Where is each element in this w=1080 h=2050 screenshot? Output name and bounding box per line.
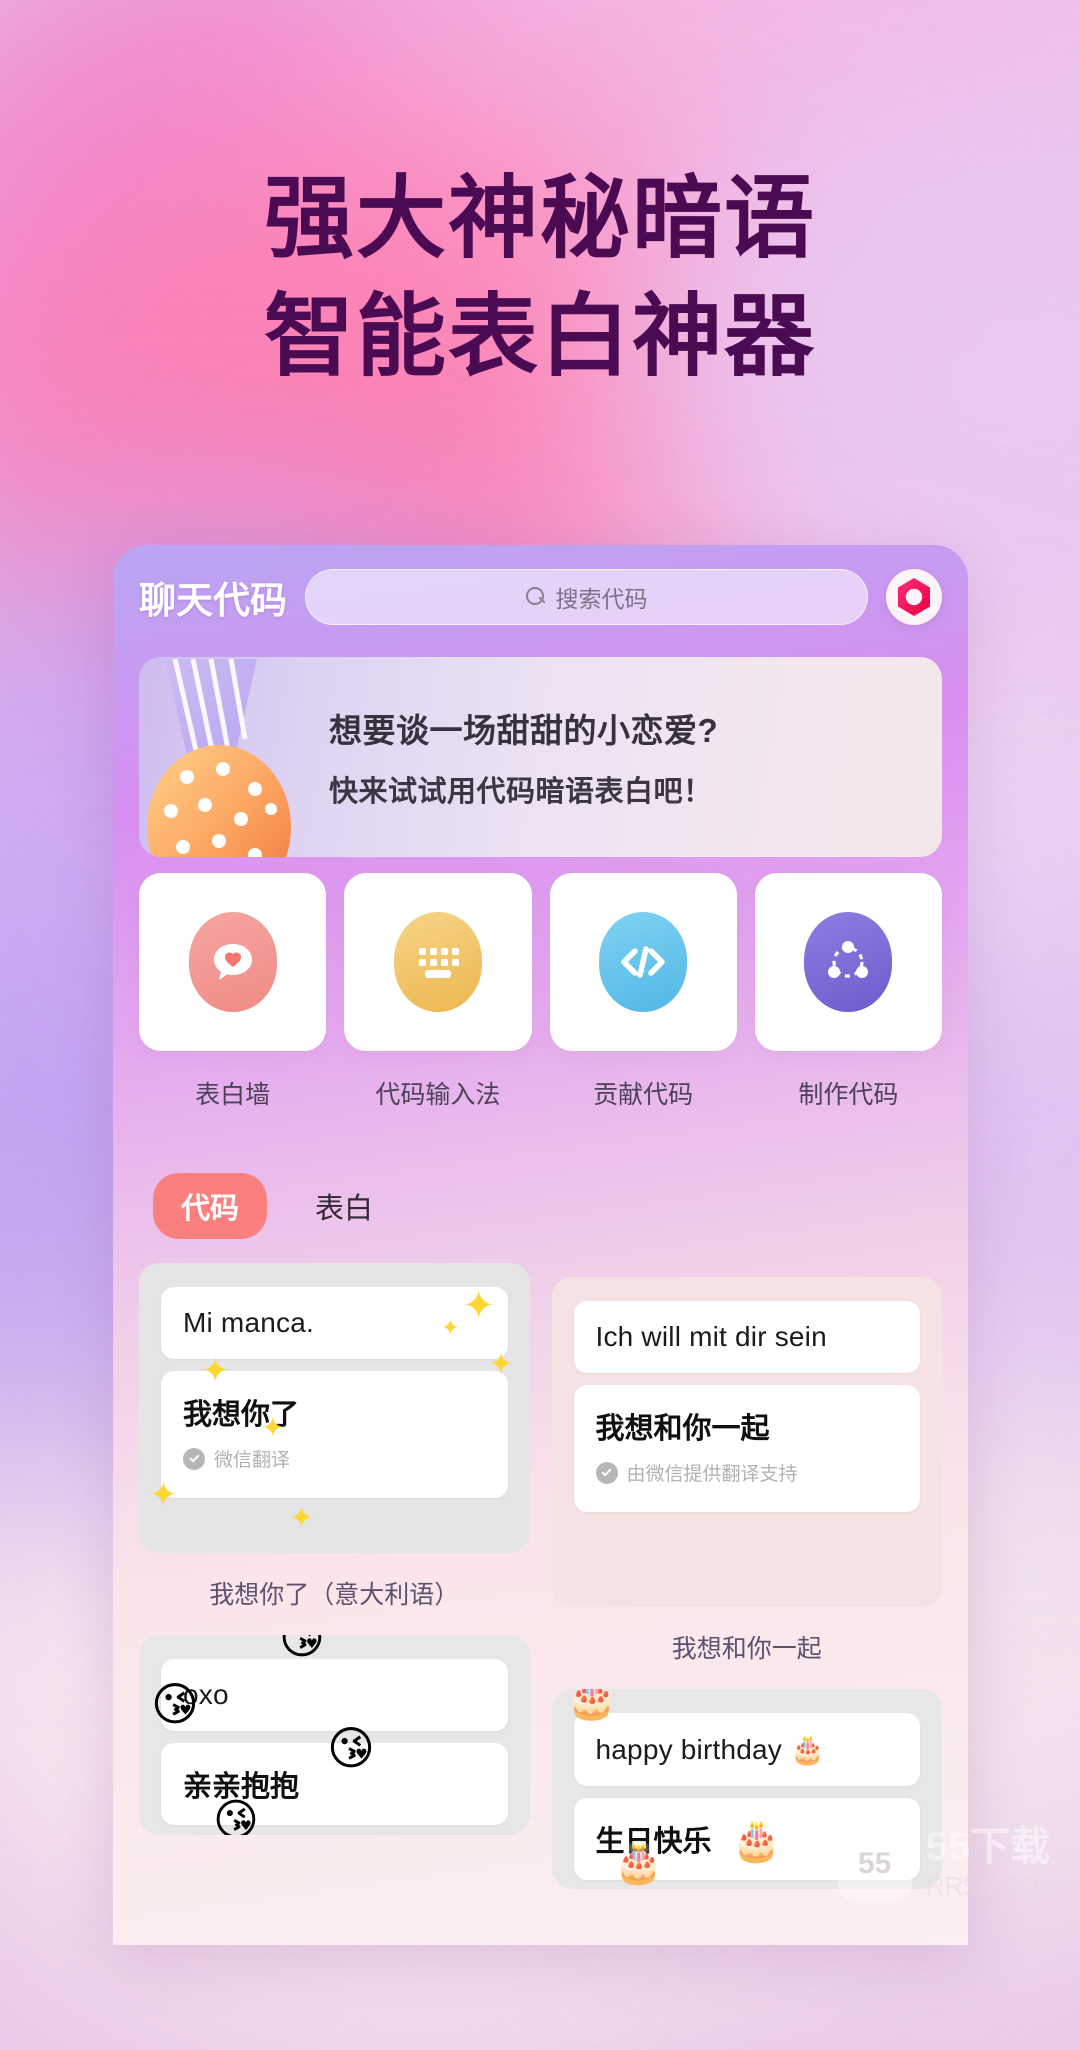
quick-action-label: 表白墙	[195, 1081, 271, 1109]
quick-action-card[interactable]	[139, 873, 327, 1051]
translator-label: 由微信提供翻译支持	[626, 1464, 798, 1485]
code-card-grid: Mi manca. 我想你了 微信翻译 ✦ ✦ ✦ ✦ ✦ ✦ ✦ 我想你了（意…	[113, 1239, 968, 1889]
quick-action-zhizuodaima[interactable]: 制作代码	[754, 873, 942, 1111]
content-tabs: 代码 表白	[113, 1111, 968, 1239]
quick-action-gongxiandaima[interactable]: 贡献代码	[549, 873, 737, 1111]
banner-text: 想要谈一场甜甜的小恋爱? 快来试试用代码暗语表白吧！	[329, 704, 718, 810]
chinese-bubble: 我想和你一起 由微信提供翻译支持	[573, 1385, 920, 1512]
foreign-text: Mi manca.	[183, 1307, 314, 1338]
quick-action-label: 代码输入法	[375, 1081, 501, 1109]
quick-action-label: 贡献代码	[593, 1081, 694, 1109]
translator-badge: 由微信提供翻译支持	[595, 1459, 899, 1486]
translator-badge: 微信翻译	[183, 1445, 486, 1472]
share-nodes-icon	[804, 912, 893, 1012]
phone-mockup: 聊天代码 搜索代码 想要谈一场甜甜的小恋爱? 快来试试用代码暗语表白吧！ 表白墙…	[113, 545, 968, 1945]
quick-action-card[interactable]	[344, 873, 532, 1051]
watermark-logo-icon: 55	[837, 1827, 912, 1902]
quick-action-card[interactable]	[754, 873, 942, 1051]
check-icon	[183, 1447, 205, 1470]
chinese-text: 我想和你一起	[595, 1413, 770, 1445]
foreign-text: oxo	[183, 1679, 229, 1710]
hero-headline: 强大神秘暗语 智能表白神器	[0, 160, 1080, 396]
headline-line-2: 智能表白神器	[264, 287, 816, 387]
sparkle-icon: ✦	[289, 1502, 315, 1535]
watermark-name: 55下载	[925, 1824, 1051, 1869]
quick-action-card[interactable]	[549, 873, 737, 1051]
chinese-bubble: 亲亲抱抱	[161, 1743, 508, 1825]
tab-biaobai[interactable]: 表白	[287, 1173, 401, 1239]
watermark-site: RR55.COM	[925, 1870, 1060, 1901]
quick-action-biaobaiqiang[interactable]: 表白墙	[139, 873, 327, 1111]
banner-line-2: 快来试试用代码暗语表白吧！	[329, 776, 713, 808]
hexagon-logo-icon[interactable]	[886, 569, 942, 625]
grid-column-left: Mi manca. 我想你了 微信翻译 ✦ ✦ ✦ ✦ ✦ ✦ ✦ 我想你了（意…	[139, 1263, 530, 1835]
foreign-text: Ich will mit dir sein	[595, 1321, 827, 1352]
keyboard-icon	[393, 912, 482, 1012]
app-header: 聊天代码 搜索代码	[113, 545, 968, 639]
quick-action-label: 制作代码	[798, 1081, 899, 1109]
search-input[interactable]: 搜索代码	[305, 569, 868, 625]
foreign-bubble: oxo	[161, 1659, 508, 1731]
foreign-text: happy birthday 🎂	[595, 1734, 826, 1765]
code-card[interactable]: Mi manca. 我想你了 微信翻译 ✦ ✦ ✦ ✦ ✦ ✦ ✦	[139, 1263, 530, 1553]
banner-line-1: 想要谈一场甜甜的小恋爱?	[329, 712, 719, 749]
search-placeholder: 搜索代码	[555, 586, 648, 612]
check-icon	[595, 1461, 618, 1484]
watermark: 55 55下载 RR55.COM	[837, 1824, 1060, 1902]
grid-column-right: Ich will mit dir sein 我想和你一起 由微信提供翻译支持 我…	[551, 1263, 942, 1889]
code-card[interactable]: Ich will mit dir sein 我想和你一起 由微信提供翻译支持	[551, 1277, 942, 1607]
app-title: 聊天代码	[139, 580, 287, 621]
card-caption: 我想你了（意大利语）	[209, 1581, 460, 1609]
chinese-bubble: 我想你了 微信翻译	[161, 1371, 508, 1498]
foreign-bubble: happy birthday 🎂	[573, 1713, 920, 1786]
code-card[interactable]: oxo 亲亲抱抱 😘 😘 😘 😘	[139, 1635, 530, 1835]
chinese-text: 亲亲抱抱	[183, 1771, 300, 1803]
foreign-bubble: Mi manca.	[161, 1287, 508, 1359]
card-caption: 我想和你一起	[671, 1635, 822, 1663]
foreign-bubble: Ich will mit dir sein	[573, 1301, 920, 1373]
tab-daima[interactable]: 代码	[153, 1173, 268, 1239]
quick-actions: 表白墙 代码输入法 贡献代码 制作代码	[113, 857, 968, 1111]
quick-action-daimashurufa[interactable]: 代码输入法	[344, 873, 532, 1111]
promo-banner[interactable]: 想要谈一场甜甜的小恋爱? 快来试试用代码暗语表白吧！	[139, 657, 942, 857]
heart-bubble-icon	[188, 912, 277, 1012]
translator-label: 微信翻译	[214, 1450, 291, 1471]
code-brackets-icon	[599, 912, 688, 1012]
chinese-text: 我想你了	[183, 1399, 300, 1431]
search-icon	[525, 587, 546, 607]
headline-line-1: 强大神秘暗语	[264, 169, 816, 269]
strawberry-icecream-icon	[147, 659, 291, 857]
